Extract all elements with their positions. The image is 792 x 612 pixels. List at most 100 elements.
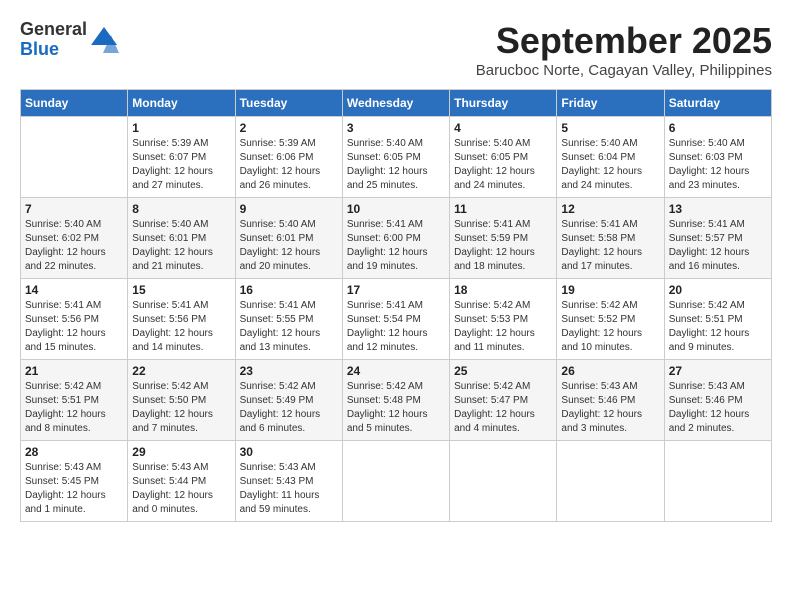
- day-info: Sunrise: 5:43 AM Sunset: 5:44 PM Dayligh…: [132, 461, 230, 517]
- month-title: September 2025: [476, 20, 772, 62]
- day-number: 5: [561, 121, 659, 135]
- day-info: Sunrise: 5:41 AM Sunset: 5:56 PM Dayligh…: [132, 299, 230, 355]
- column-header-wednesday: Wednesday: [342, 90, 449, 117]
- day-info: Sunrise: 5:42 AM Sunset: 5:48 PM Dayligh…: [347, 380, 445, 436]
- day-info: Sunrise: 5:41 AM Sunset: 5:57 PM Dayligh…: [669, 218, 767, 274]
- calendar-cell: 12Sunrise: 5:41 AM Sunset: 5:58 PM Dayli…: [557, 198, 664, 279]
- day-info: Sunrise: 5:43 AM Sunset: 5:43 PM Dayligh…: [240, 461, 338, 517]
- day-number: 25: [454, 364, 552, 378]
- calendar-week-row: 14 Sunrise: 5:41 AM Sunset: 5:56 PM Dayli…: [21, 279, 772, 360]
- column-header-sunday: Sunday: [21, 90, 128, 117]
- calendar-cell: [557, 441, 664, 522]
- day-number: 11: [454, 202, 552, 216]
- day-info: Sunrise: 5:41 AM Sunset: 5:59 PM Dayligh…: [454, 218, 552, 274]
- calendar-cell: 14 Sunrise: 5:41 AM Sunset: 5:56 PM Dayli…: [21, 279, 128, 360]
- day-number: 15: [132, 283, 230, 297]
- day-number: 23: [240, 364, 338, 378]
- calendar-cell: 27Sunrise: 5:43 AM Sunset: 5:46 PM Dayli…: [664, 360, 771, 441]
- calendar-cell: 13 Sunrise: 5:41 AM Sunset: 5:57 PM Dayli…: [664, 198, 771, 279]
- calendar-week-row: 28 Sunrise: 5:43 AM Sunset: 5:45 PM Dayli…: [21, 441, 772, 522]
- day-info: Sunrise: 5:43 AM Sunset: 5:46 PM Dayligh…: [561, 380, 659, 436]
- day-info: Sunrise: 5:43 AM Sunset: 5:45 PM Dayligh…: [25, 461, 123, 517]
- location-subtitle: Barucboc Norte, Cagayan Valley, Philippi…: [476, 62, 772, 79]
- column-header-thursday: Thursday: [450, 90, 557, 117]
- column-header-saturday: Saturday: [664, 90, 771, 117]
- day-number: 20: [669, 283, 767, 297]
- day-info: Sunrise: 5:42 AM Sunset: 5:47 PM Dayligh…: [454, 380, 552, 436]
- day-info: Sunrise: 5:41 AM Sunset: 5:58 PM Dayligh…: [561, 218, 659, 274]
- calendar-cell: 3 Sunrise: 5:40 AM Sunset: 6:05 PM Daylig…: [342, 117, 449, 198]
- calendar-cell: 10Sunrise: 5:41 AM Sunset: 6:00 PM Dayli…: [342, 198, 449, 279]
- calendar-cell: 7 Sunrise: 5:40 AM Sunset: 6:02 PM Daylig…: [21, 198, 128, 279]
- logo-icon: [89, 25, 119, 55]
- calendar-cell: 15 Sunrise: 5:41 AM Sunset: 5:56 PM Dayli…: [128, 279, 235, 360]
- calendar-cell: 19 Sunrise: 5:42 AM Sunset: 5:52 PM Dayli…: [557, 279, 664, 360]
- calendar-cell: [664, 441, 771, 522]
- day-info: Sunrise: 5:40 AM Sunset: 6:05 PM Dayligh…: [347, 137, 445, 193]
- calendar-week-row: 21 Sunrise: 5:42 AM Sunset: 5:51 PM Dayli…: [21, 360, 772, 441]
- calendar-week-row: 1 Sunrise: 5:39 AM Sunset: 6:07 PM Daylig…: [21, 117, 772, 198]
- day-info: Sunrise: 5:41 AM Sunset: 5:56 PM Dayligh…: [25, 299, 123, 355]
- day-info: Sunrise: 5:40 AM Sunset: 6:03 PM Dayligh…: [669, 137, 767, 193]
- day-number: 18: [454, 283, 552, 297]
- day-info: Sunrise: 5:42 AM Sunset: 5:50 PM Dayligh…: [132, 380, 230, 436]
- calendar-week-row: 7 Sunrise: 5:40 AM Sunset: 6:02 PM Daylig…: [21, 198, 772, 279]
- calendar-cell: 20 Sunrise: 5:42 AM Sunset: 5:51 PM Dayli…: [664, 279, 771, 360]
- calendar-cell: 8Sunrise: 5:40 AM Sunset: 6:01 PM Daylig…: [128, 198, 235, 279]
- day-number: 1: [132, 121, 230, 135]
- day-number: 24: [347, 364, 445, 378]
- day-number: 3: [347, 121, 445, 135]
- column-header-tuesday: Tuesday: [235, 90, 342, 117]
- calendar-cell: 5 Sunrise: 5:40 AM Sunset: 6:04 PM Daylig…: [557, 117, 664, 198]
- day-info: Sunrise: 5:40 AM Sunset: 6:02 PM Dayligh…: [25, 218, 123, 274]
- day-number: 17: [347, 283, 445, 297]
- day-number: 10: [347, 202, 445, 216]
- calendar-cell: 16Sunrise: 5:41 AM Sunset: 5:55 PM Dayli…: [235, 279, 342, 360]
- calendar-cell: 30Sunrise: 5:43 AM Sunset: 5:43 PM Dayli…: [235, 441, 342, 522]
- calendar-cell: 6 Sunrise: 5:40 AM Sunset: 6:03 PM Daylig…: [664, 117, 771, 198]
- calendar-cell: 22 Sunrise: 5:42 AM Sunset: 5:50 PM Dayli…: [128, 360, 235, 441]
- day-number: 14: [25, 283, 123, 297]
- day-number: 21: [25, 364, 123, 378]
- day-number: 26: [561, 364, 659, 378]
- calendar-cell: 17 Sunrise: 5:41 AM Sunset: 5:54 PM Dayli…: [342, 279, 449, 360]
- calendar-cell: 18 Sunrise: 5:42 AM Sunset: 5:53 PM Dayli…: [450, 279, 557, 360]
- day-info: Sunrise: 5:40 AM Sunset: 6:01 PM Dayligh…: [240, 218, 338, 274]
- calendar-header-row: SundayMondayTuesdayWednesdayThursdayFrid…: [21, 90, 772, 117]
- day-number: 27: [669, 364, 767, 378]
- calendar-cell: 9 Sunrise: 5:40 AM Sunset: 6:01 PM Daylig…: [235, 198, 342, 279]
- day-info: Sunrise: 5:41 AM Sunset: 5:54 PM Dayligh…: [347, 299, 445, 355]
- day-number: 6: [669, 121, 767, 135]
- calendar-cell: 1 Sunrise: 5:39 AM Sunset: 6:07 PM Daylig…: [128, 117, 235, 198]
- day-info: Sunrise: 5:40 AM Sunset: 6:05 PM Dayligh…: [454, 137, 552, 193]
- calendar-cell: 21 Sunrise: 5:42 AM Sunset: 5:51 PM Dayli…: [21, 360, 128, 441]
- day-info: Sunrise: 5:42 AM Sunset: 5:51 PM Dayligh…: [25, 380, 123, 436]
- day-number: 4: [454, 121, 552, 135]
- page-header: General Blue September 2025 Barucboc Nor…: [20, 20, 772, 79]
- logo: General Blue: [20, 20, 119, 60]
- day-info: Sunrise: 5:42 AM Sunset: 5:52 PM Dayligh…: [561, 299, 659, 355]
- day-number: 7: [25, 202, 123, 216]
- day-info: Sunrise: 5:39 AM Sunset: 6:06 PM Dayligh…: [240, 137, 338, 193]
- day-info: Sunrise: 5:41 AM Sunset: 5:55 PM Dayligh…: [240, 299, 338, 355]
- day-number: 22: [132, 364, 230, 378]
- calendar-table: SundayMondayTuesdayWednesdayThursdayFrid…: [20, 89, 772, 522]
- calendar-cell: 23 Sunrise: 5:42 AM Sunset: 5:49 PM Dayli…: [235, 360, 342, 441]
- day-info: Sunrise: 5:40 AM Sunset: 6:04 PM Dayligh…: [561, 137, 659, 193]
- calendar-cell: 29 Sunrise: 5:43 AM Sunset: 5:44 PM Dayli…: [128, 441, 235, 522]
- day-info: Sunrise: 5:42 AM Sunset: 5:51 PM Dayligh…: [669, 299, 767, 355]
- day-number: 2: [240, 121, 338, 135]
- day-number: 28: [25, 445, 123, 459]
- calendar-cell: 2 Sunrise: 5:39 AM Sunset: 6:06 PM Daylig…: [235, 117, 342, 198]
- calendar-cell: 11 Sunrise: 5:41 AM Sunset: 5:59 PM Dayli…: [450, 198, 557, 279]
- day-number: 9: [240, 202, 338, 216]
- day-info: Sunrise: 5:39 AM Sunset: 6:07 PM Dayligh…: [132, 137, 230, 193]
- day-info: Sunrise: 5:42 AM Sunset: 5:53 PM Dayligh…: [454, 299, 552, 355]
- calendar-cell: 24 Sunrise: 5:42 AM Sunset: 5:48 PM Dayli…: [342, 360, 449, 441]
- day-number: 29: [132, 445, 230, 459]
- calendar-cell: 25 Sunrise: 5:42 AM Sunset: 5:47 PM Dayli…: [450, 360, 557, 441]
- day-number: 13: [669, 202, 767, 216]
- day-info: Sunrise: 5:42 AM Sunset: 5:49 PM Dayligh…: [240, 380, 338, 436]
- day-number: 19: [561, 283, 659, 297]
- calendar-cell: 26 Sunrise: 5:43 AM Sunset: 5:46 PM Dayli…: [557, 360, 664, 441]
